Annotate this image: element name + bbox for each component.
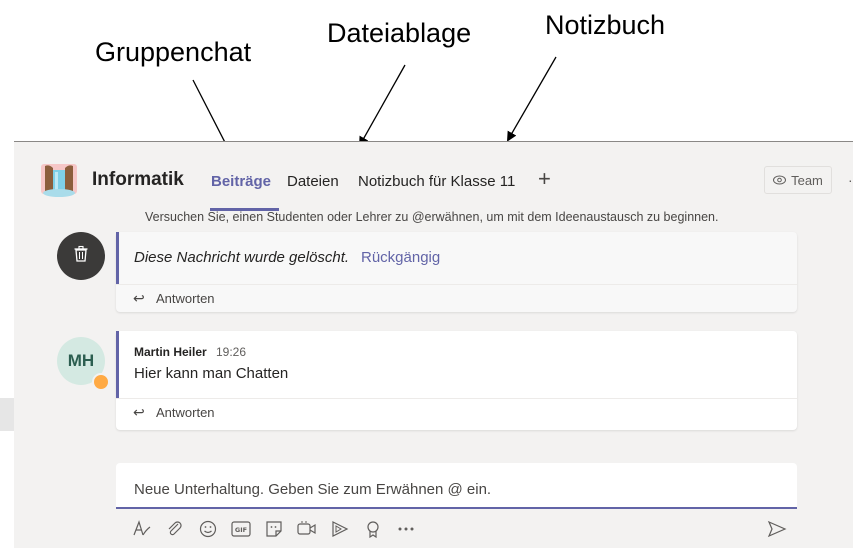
trash-icon	[73, 245, 89, 268]
annotation-gruppenchat: Gruppenchat	[95, 37, 252, 67]
attach-icon[interactable]	[162, 518, 188, 540]
arrow-dateiablage	[359, 64, 406, 147]
tab-dateien[interactable]: Dateien	[287, 173, 339, 190]
team-name: Informatik	[92, 169, 184, 190]
mention-hint: Versuchen Sie, einen Studenten oder Lehr…	[145, 210, 719, 224]
compose-box[interactable]: Neue Unterhaltung. Geben Sie zum Erwähne…	[116, 463, 797, 509]
deleted-message-text: Diese Nachricht wurde gelöscht.	[134, 249, 350, 266]
reply-label: Antworten	[156, 291, 215, 306]
praise-icon[interactable]	[360, 518, 386, 540]
reply-label: Antworten	[156, 405, 215, 420]
annotation-dateiablage: Dateiablage	[327, 18, 472, 48]
channel-header: Informatik Beiträge Dateien Notizbuch fü…	[14, 142, 853, 212]
message-time: 19:26	[216, 345, 247, 359]
add-tab-button[interactable]: +	[538, 166, 551, 192]
team-logo-icon	[41, 162, 77, 198]
sticker-icon[interactable]	[261, 518, 287, 540]
message-text: Hier kann man Chatten	[134, 365, 289, 382]
send-icon[interactable]	[764, 518, 790, 540]
tab-notizbuch[interactable]: Notizbuch für Klasse 11	[358, 173, 515, 190]
reply-button[interactable]: ↩ Antworten	[116, 398, 797, 427]
arrow-notizbuch	[506, 56, 557, 142]
svg-text:GIF: GIF	[235, 526, 247, 534]
more-icon[interactable]: ·	[848, 172, 853, 188]
team-button-label: Team	[791, 172, 823, 188]
message-sender[interactable]: Martin Heiler	[134, 345, 207, 359]
eye-icon	[773, 173, 787, 188]
gif-icon[interactable]: GIF	[228, 518, 254, 540]
stream-icon[interactable]	[327, 518, 353, 540]
compose-placeholder: Neue Unterhaltung. Geben Sie zum Erwähne…	[134, 481, 492, 498]
away-status-icon	[92, 373, 110, 391]
message-card: Martin Heiler 19:26 Hier kann man Chatte…	[116, 331, 797, 430]
message-accent-bar	[116, 232, 119, 284]
emoji-icon[interactable]	[195, 518, 221, 540]
reply-icon: ↩	[133, 404, 145, 420]
team-button[interactable]: Team	[764, 166, 832, 194]
reply-button[interactable]: ↩ Antworten	[116, 284, 797, 313]
teams-channel-view: Informatik Beiträge Dateien Notizbuch fü…	[14, 141, 853, 548]
meet-now-icon[interactable]	[294, 518, 320, 540]
tab-beitraege[interactable]: Beiträge	[211, 173, 271, 190]
reply-icon: ↩	[133, 290, 145, 306]
left-rail-stub	[0, 398, 14, 431]
more-options-icon[interactable]	[393, 518, 419, 540]
compose-toolbar: GIF	[126, 516, 806, 544]
format-icon[interactable]	[129, 518, 155, 540]
undo-link[interactable]: Rückgängig	[361, 249, 440, 266]
arrow-gruppenchat	[192, 79, 234, 150]
deleted-message-avatar	[57, 232, 105, 280]
deleted-message-card: Diese Nachricht wurde gelöscht. Rückgäng…	[116, 232, 797, 312]
annotation-notizbuch: Notizbuch	[545, 10, 666, 40]
message-accent-bar	[116, 331, 119, 398]
